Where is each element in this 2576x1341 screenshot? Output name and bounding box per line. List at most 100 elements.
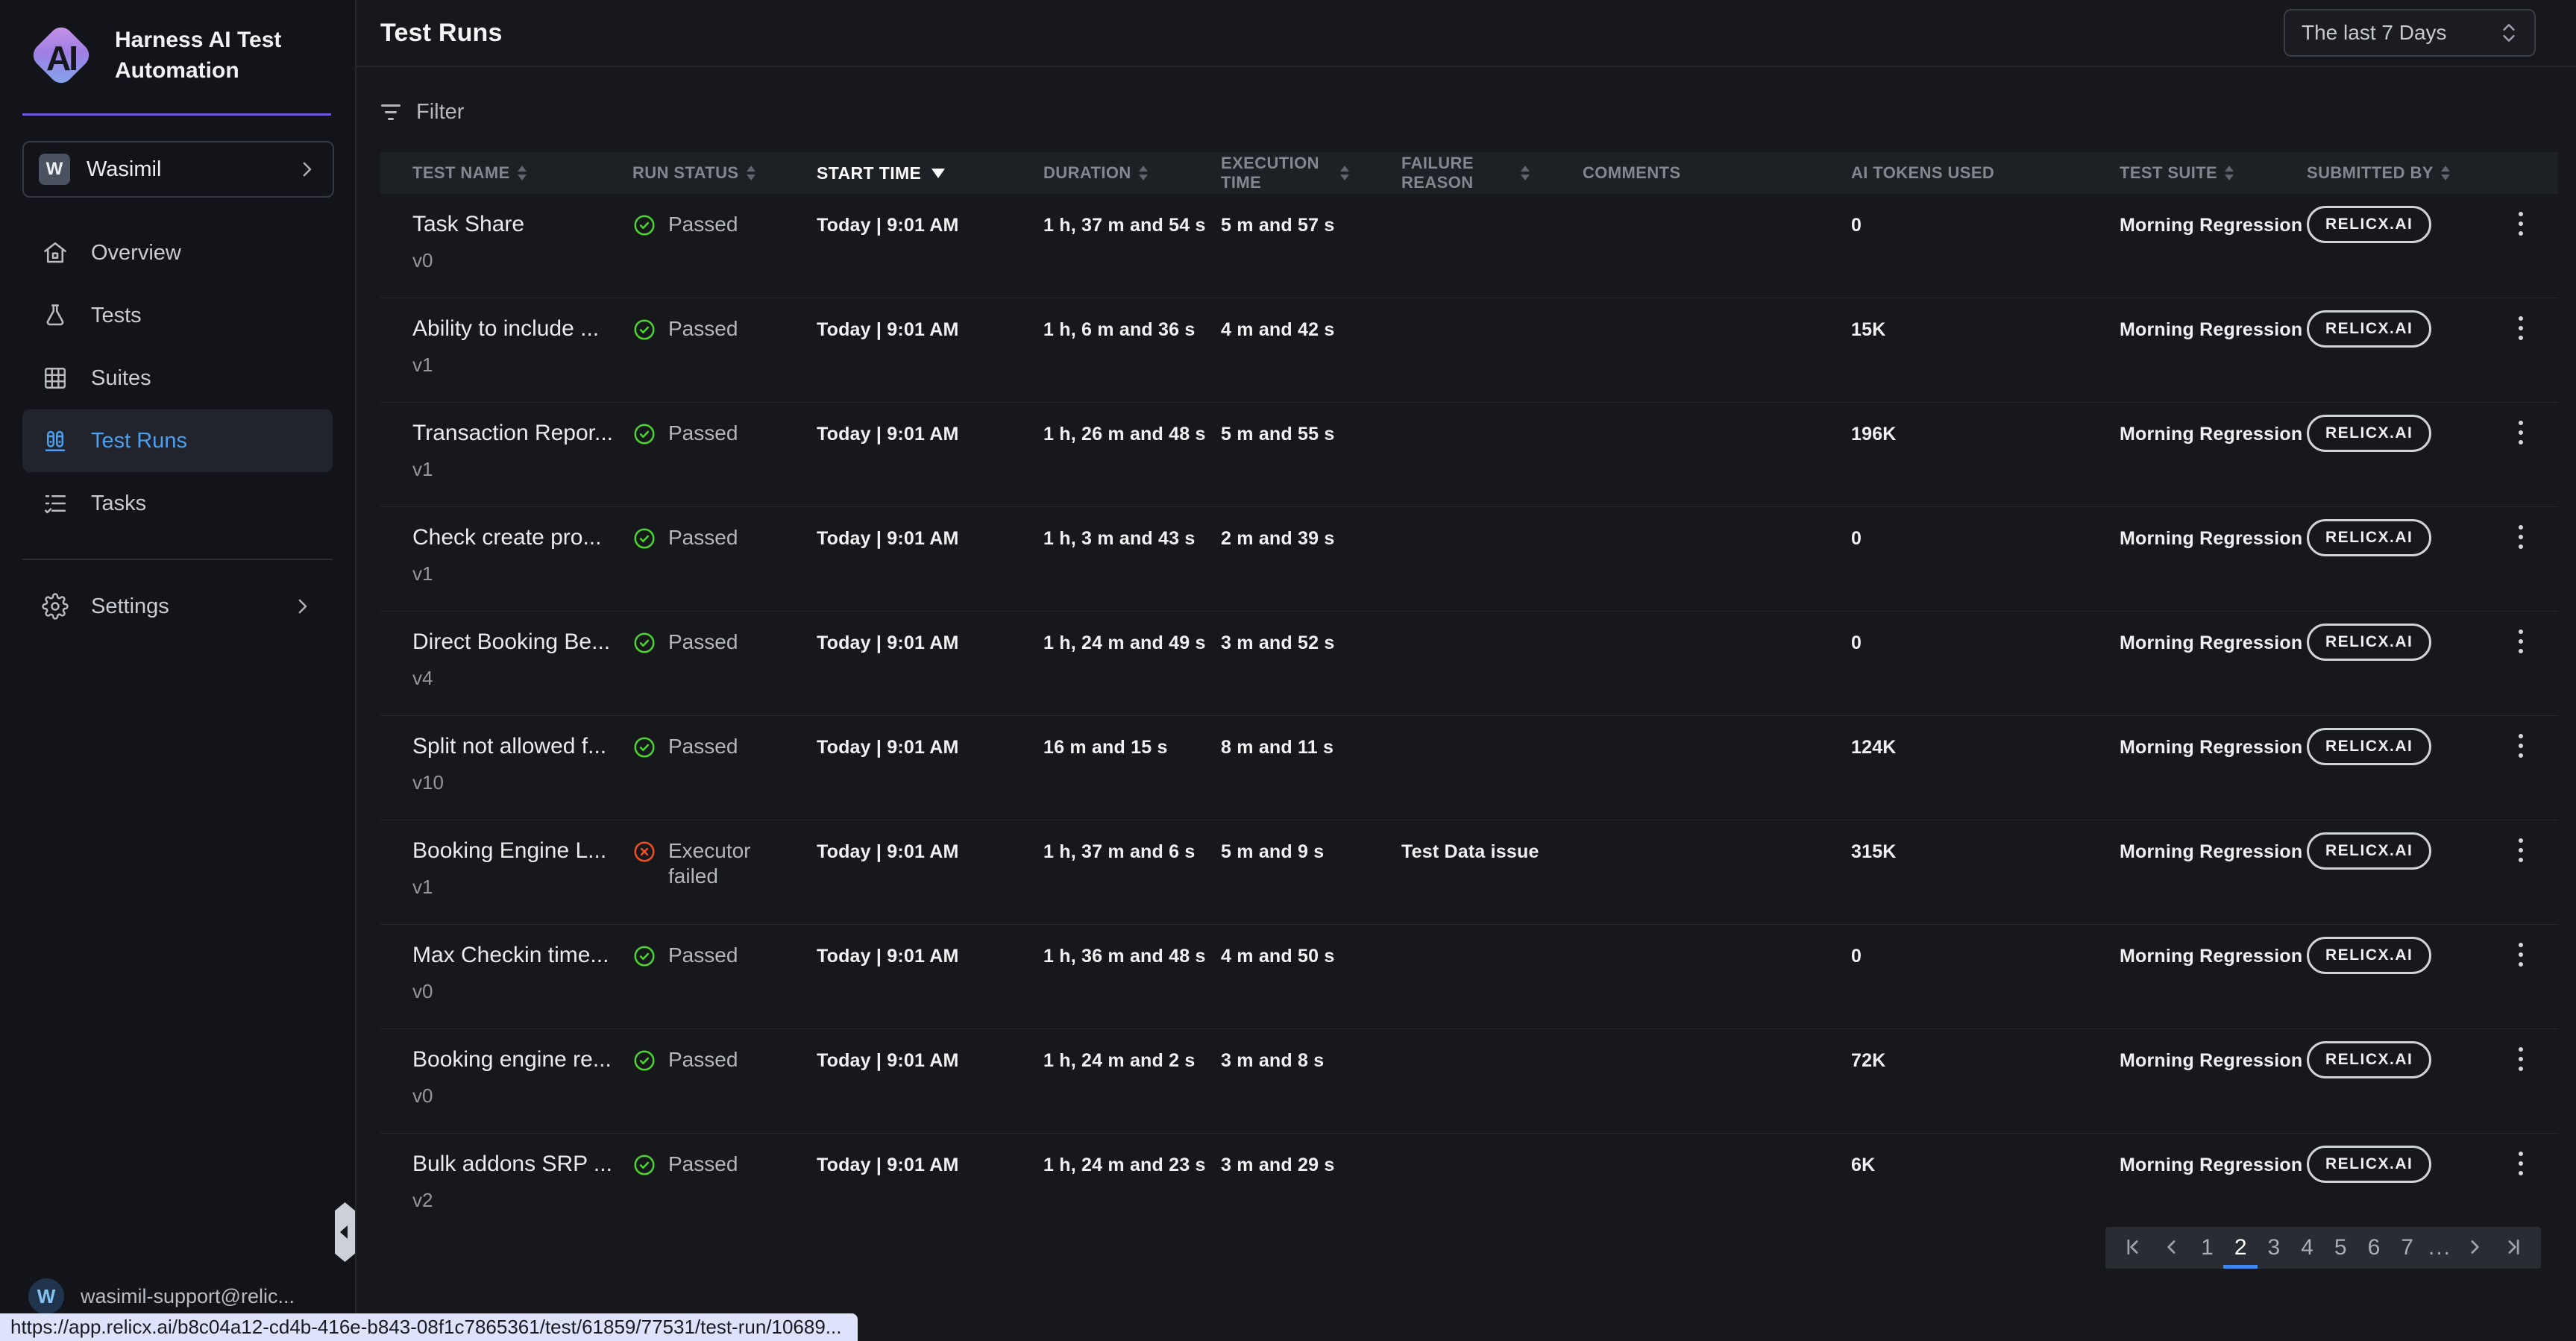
column-header-execution-time[interactable]: EXECUTION TIME: [1221, 154, 1401, 192]
sort-arrows-icon: [1139, 166, 1148, 180]
x-circle-icon: [632, 840, 656, 864]
table-row[interactable]: Task Sharev0PassedToday | 9:01 AM1 h, 37…: [380, 194, 2558, 298]
kebab-menu-icon[interactable]: [2514, 1147, 2528, 1238]
submitted-by-cell: RELICX.AI: [2307, 1134, 2484, 1238]
workspace-name: Wasimil: [87, 157, 279, 182]
workspace-avatar: W: [39, 154, 70, 185]
pagination-last[interactable]: [2495, 1227, 2529, 1269]
submitted-by-badge: RELICX.AI: [2307, 624, 2431, 661]
sort-arrows-icon: [2441, 166, 2450, 180]
submitted-by-cell: RELICX.AI: [2307, 925, 2484, 1028]
kebab-menu-icon[interactable]: [2514, 521, 2528, 611]
pagination-page-4[interactable]: 4: [2292, 1227, 2322, 1269]
test-version: v1: [412, 562, 632, 585]
column-header-duration[interactable]: DURATION: [1043, 163, 1221, 183]
table-row[interactable]: Check create pro...v1PassedToday | 9:01 …: [380, 507, 2558, 612]
pagination-page-7[interactable]: 7: [2392, 1227, 2422, 1269]
column-label: TEST SUITE: [2120, 163, 2217, 183]
submitted-by-badge: RELICX.AI: [2307, 1146, 2431, 1183]
column-header-start-time[interactable]: START TIME: [817, 163, 1043, 183]
page-header: Test Runs The last 7 Days: [356, 0, 2576, 67]
failure-reason-cell: [1401, 612, 1583, 715]
pagination-page-1[interactable]: 1: [2192, 1227, 2222, 1269]
start-time-cell: Today | 9:01 AM: [817, 1134, 1043, 1238]
table-row[interactable]: Split not allowed f...v10PassedToday | 9…: [380, 716, 2558, 820]
logo-ai-glyph: AI: [28, 22, 94, 88]
table-row[interactable]: Booking engine re...v0PassedToday | 9:01…: [380, 1029, 2558, 1134]
sidebar-item-overview[interactable]: Overview: [22, 222, 333, 284]
failure-reason-cell: [1401, 194, 1583, 298]
sidebar-item-label: Tests: [91, 304, 142, 328]
kebab-menu-icon[interactable]: [2514, 729, 2528, 820]
start-time-cell: Today | 9:01 AM: [817, 298, 1043, 402]
failure-reason-cell: Test Data issue: [1401, 820, 1583, 924]
sidebar-item-suites[interactable]: Suites: [22, 347, 333, 409]
test-suite-cell: Morning Regression: [2120, 716, 2307, 820]
sidebar-item-label: Overview: [91, 241, 181, 266]
brand: AI Harness AI Test Automation: [0, 0, 355, 88]
execution-time-cell: 3 m and 52 s: [1221, 612, 1401, 715]
table-row[interactable]: Direct Booking Be...v4PassedToday | 9:01…: [380, 612, 2558, 716]
submitted-by-badge: RELICX.AI: [2307, 310, 2431, 348]
chevron-right-icon: [295, 158, 318, 180]
pagination-page-3[interactable]: 3: [2259, 1227, 2290, 1269]
table-row[interactable]: Transaction Repor...v1PassedToday | 9:01…: [380, 403, 2558, 507]
table-row[interactable]: Ability to include ...v1PassedToday | 9:…: [380, 298, 2558, 403]
run-status-cell: Passed: [632, 716, 817, 820]
table-row[interactable]: Max Checkin time...v0PassedToday | 9:01 …: [380, 925, 2558, 1029]
test-suite-cell: Morning Regression: [2120, 507, 2307, 611]
column-header-test-name[interactable]: TEST NAME: [380, 163, 632, 183]
duration-cell: 1 h, 24 m and 49 s: [1043, 612, 1221, 715]
table-row[interactable]: Bulk addons SRP ...v2PassedToday | 9:01 …: [380, 1134, 2558, 1238]
execution-time-cell: 2 m and 39 s: [1221, 507, 1401, 611]
column-header-test-suite[interactable]: TEST SUITE: [2120, 163, 2307, 183]
pagination-next[interactable]: [2457, 1227, 2492, 1269]
sidebar-collapse-handle[interactable]: [335, 1202, 355, 1262]
table-row[interactable]: Booking Engine L...v1Executor failedToda…: [380, 820, 2558, 925]
sidebar-item-tasks[interactable]: Tasks: [22, 472, 333, 535]
pagination-prev[interactable]: [2155, 1227, 2189, 1269]
test-name-cell: Transaction Repor...v1: [380, 403, 632, 506]
kebab-menu-icon[interactable]: [2514, 625, 2528, 715]
pagination-page-5[interactable]: 5: [2325, 1227, 2356, 1269]
sidebar-item-test-runs[interactable]: Test Runs: [22, 409, 333, 472]
select-chevrons-icon: [2500, 20, 2518, 45]
ai-tokens-cell: 15K: [1851, 298, 2120, 402]
kebab-menu-icon[interactable]: [2514, 1043, 2528, 1133]
kebab-menu-icon[interactable]: [2514, 938, 2528, 1028]
check-circle-icon: [632, 735, 656, 759]
filter-button[interactable]: Filter: [380, 100, 464, 125]
test-version: v2: [412, 1189, 632, 1212]
user-info[interactable]: W wasimil-support@relic...: [28, 1278, 295, 1314]
test-name-cell: Booking Engine L...v1: [380, 820, 632, 924]
column-header-submitted-by[interactable]: SUBMITTED BY: [2307, 163, 2484, 183]
kebab-menu-icon[interactable]: [2514, 312, 2528, 402]
column-header-failure-reason[interactable]: FAILURE REASON: [1401, 154, 1583, 192]
kebab-menu-icon[interactable]: [2514, 207, 2528, 298]
workspace-selector[interactable]: W Wasimil: [22, 141, 334, 198]
run-status-cell: Passed: [632, 194, 817, 298]
date-range-select[interactable]: The last 7 Days: [2284, 9, 2536, 57]
execution-time-cell: 3 m and 8 s: [1221, 1029, 1401, 1133]
pagination-page-2[interactable]: 2: [2225, 1227, 2256, 1269]
sidebar-nav: Overview Tests SuitesTest RunsTasks: [0, 222, 355, 535]
failure-reason-cell: [1401, 1029, 1583, 1133]
kebab-menu-icon[interactable]: [2514, 834, 2528, 924]
pagination-page-6[interactable]: 6: [2359, 1227, 2390, 1269]
column-header-run-status[interactable]: RUN STATUS: [632, 163, 817, 183]
test-name-cell: Booking engine re...v0: [380, 1029, 632, 1133]
sort-arrows-icon: [1340, 166, 1349, 180]
sidebar-item-tests[interactable]: Tests: [22, 284, 333, 347]
submitted-by-badge: RELICX.AI: [2307, 832, 2431, 870]
column-label: COMMENTS: [1583, 163, 1681, 183]
pagination-ellipsis: ...: [2425, 1235, 2454, 1260]
test-suite-cell: Morning Regression: [2120, 298, 2307, 402]
pagination: 1234567...: [2105, 1227, 2541, 1269]
row-menu-cell: [2484, 925, 2558, 1028]
ai-tokens-cell: 124K: [1851, 716, 2120, 820]
kebab-menu-icon[interactable]: [2514, 416, 2528, 506]
pagination-first[interactable]: [2117, 1227, 2152, 1269]
submitted-by-badge: RELICX.AI: [2307, 519, 2431, 556]
comments-cell: [1583, 194, 1851, 298]
sidebar-item-settings[interactable]: Settings: [22, 575, 333, 638]
